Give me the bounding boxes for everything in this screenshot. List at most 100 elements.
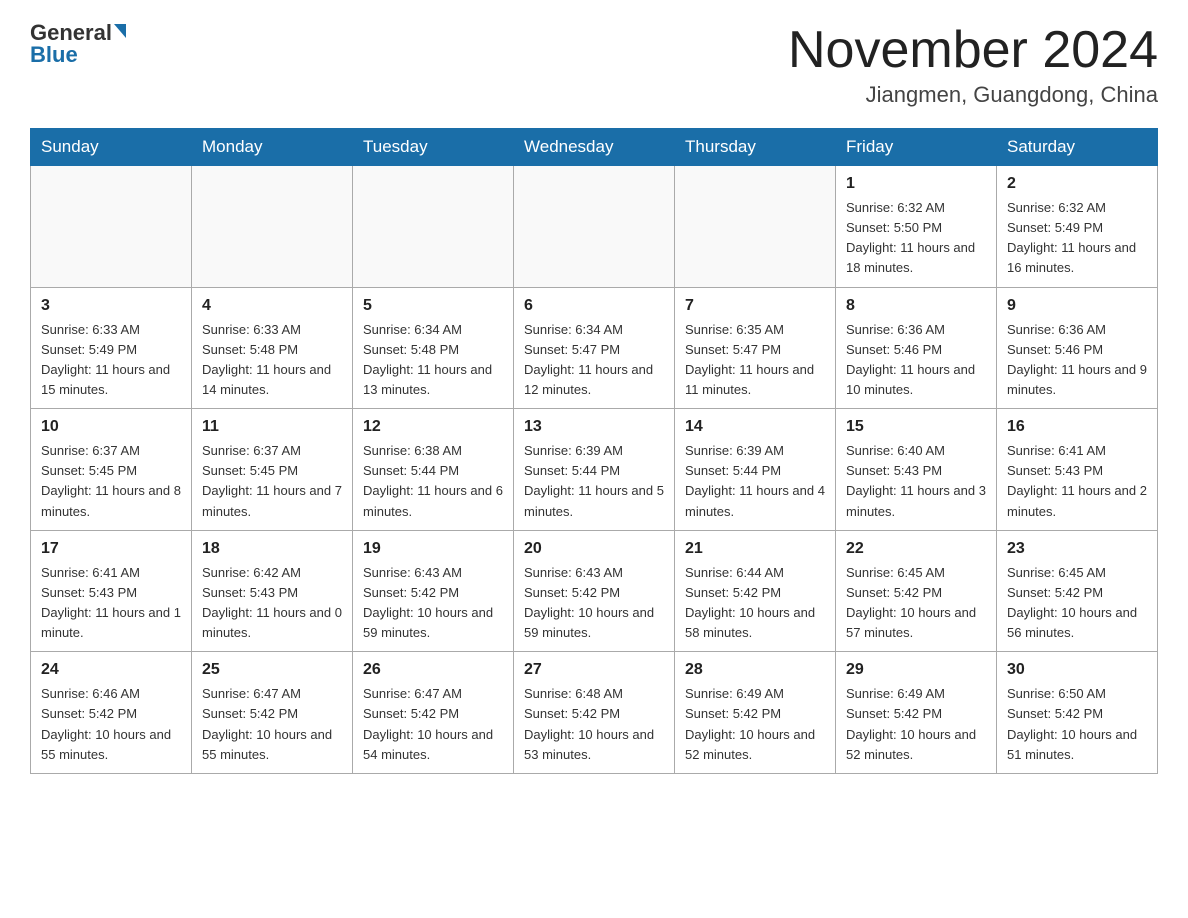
day-info: Sunrise: 6:40 AM Sunset: 5:43 PM Dayligh… xyxy=(846,441,986,522)
calendar-cell: 20Sunrise: 6:43 AM Sunset: 5:42 PM Dayli… xyxy=(514,530,675,652)
calendar-cell: 25Sunrise: 6:47 AM Sunset: 5:42 PM Dayli… xyxy=(192,652,353,774)
day-info: Sunrise: 6:43 AM Sunset: 5:42 PM Dayligh… xyxy=(363,563,503,644)
calendar-cell: 21Sunrise: 6:44 AM Sunset: 5:42 PM Dayli… xyxy=(675,530,836,652)
day-number: 23 xyxy=(1007,537,1147,561)
calendar-cell: 14Sunrise: 6:39 AM Sunset: 5:44 PM Dayli… xyxy=(675,409,836,531)
day-info: Sunrise: 6:34 AM Sunset: 5:47 PM Dayligh… xyxy=(524,320,664,401)
day-number: 8 xyxy=(846,294,986,318)
calendar-cell: 1Sunrise: 6:32 AM Sunset: 5:50 PM Daylig… xyxy=(836,166,997,288)
calendar-cell: 29Sunrise: 6:49 AM Sunset: 5:42 PM Dayli… xyxy=(836,652,997,774)
calendar-cell xyxy=(353,166,514,288)
logo-blue-text: Blue xyxy=(30,42,78,68)
day-number: 21 xyxy=(685,537,825,561)
calendar-cell: 10Sunrise: 6:37 AM Sunset: 5:45 PM Dayli… xyxy=(31,409,192,531)
calendar-cell: 11Sunrise: 6:37 AM Sunset: 5:45 PM Dayli… xyxy=(192,409,353,531)
day-number: 3 xyxy=(41,294,181,318)
day-number: 29 xyxy=(846,658,986,682)
location-title: Jiangmen, Guangdong, China xyxy=(788,82,1158,108)
calendar-table: Sunday Monday Tuesday Wednesday Thursday… xyxy=(30,128,1158,774)
calendar-cell: 8Sunrise: 6:36 AM Sunset: 5:46 PM Daylig… xyxy=(836,287,997,409)
day-info: Sunrise: 6:45 AM Sunset: 5:42 PM Dayligh… xyxy=(1007,563,1147,644)
calendar-cell: 4Sunrise: 6:33 AM Sunset: 5:48 PM Daylig… xyxy=(192,287,353,409)
calendar-cell xyxy=(514,166,675,288)
header-sunday: Sunday xyxy=(31,129,192,166)
day-number: 10 xyxy=(41,415,181,439)
calendar-cell: 3Sunrise: 6:33 AM Sunset: 5:49 PM Daylig… xyxy=(31,287,192,409)
calendar-cell xyxy=(192,166,353,288)
day-number: 25 xyxy=(202,658,342,682)
header: General Blue November 2024 Jiangmen, Gua… xyxy=(30,20,1158,108)
header-tuesday: Tuesday xyxy=(353,129,514,166)
calendar-cell: 7Sunrise: 6:35 AM Sunset: 5:47 PM Daylig… xyxy=(675,287,836,409)
calendar-cell xyxy=(675,166,836,288)
day-info: Sunrise: 6:42 AM Sunset: 5:43 PM Dayligh… xyxy=(202,563,342,644)
day-number: 30 xyxy=(1007,658,1147,682)
calendar-cell: 18Sunrise: 6:42 AM Sunset: 5:43 PM Dayli… xyxy=(192,530,353,652)
calendar-cell: 12Sunrise: 6:38 AM Sunset: 5:44 PM Dayli… xyxy=(353,409,514,531)
day-number: 9 xyxy=(1007,294,1147,318)
header-saturday: Saturday xyxy=(997,129,1158,166)
calendar-cell: 17Sunrise: 6:41 AM Sunset: 5:43 PM Dayli… xyxy=(31,530,192,652)
calendar-cell: 16Sunrise: 6:41 AM Sunset: 5:43 PM Dayli… xyxy=(997,409,1158,531)
day-number: 17 xyxy=(41,537,181,561)
day-info: Sunrise: 6:49 AM Sunset: 5:42 PM Dayligh… xyxy=(846,684,986,765)
calendar-week-row: 24Sunrise: 6:46 AM Sunset: 5:42 PM Dayli… xyxy=(31,652,1158,774)
day-info: Sunrise: 6:46 AM Sunset: 5:42 PM Dayligh… xyxy=(41,684,181,765)
calendar-cell xyxy=(31,166,192,288)
calendar-cell: 13Sunrise: 6:39 AM Sunset: 5:44 PM Dayli… xyxy=(514,409,675,531)
day-info: Sunrise: 6:49 AM Sunset: 5:42 PM Dayligh… xyxy=(685,684,825,765)
calendar-week-row: 1Sunrise: 6:32 AM Sunset: 5:50 PM Daylig… xyxy=(31,166,1158,288)
header-thursday: Thursday xyxy=(675,129,836,166)
day-number: 15 xyxy=(846,415,986,439)
day-info: Sunrise: 6:37 AM Sunset: 5:45 PM Dayligh… xyxy=(202,441,342,522)
day-info: Sunrise: 6:45 AM Sunset: 5:42 PM Dayligh… xyxy=(846,563,986,644)
day-info: Sunrise: 6:38 AM Sunset: 5:44 PM Dayligh… xyxy=(363,441,503,522)
day-number: 27 xyxy=(524,658,664,682)
day-info: Sunrise: 6:36 AM Sunset: 5:46 PM Dayligh… xyxy=(846,320,986,401)
month-title: November 2024 xyxy=(788,20,1158,80)
calendar-cell: 27Sunrise: 6:48 AM Sunset: 5:42 PM Dayli… xyxy=(514,652,675,774)
day-number: 18 xyxy=(202,537,342,561)
day-info: Sunrise: 6:34 AM Sunset: 5:48 PM Dayligh… xyxy=(363,320,503,401)
day-info: Sunrise: 6:41 AM Sunset: 5:43 PM Dayligh… xyxy=(41,563,181,644)
calendar-week-row: 3Sunrise: 6:33 AM Sunset: 5:49 PM Daylig… xyxy=(31,287,1158,409)
calendar-cell: 22Sunrise: 6:45 AM Sunset: 5:42 PM Dayli… xyxy=(836,530,997,652)
logo-blue-label: Blue xyxy=(30,42,78,67)
day-number: 16 xyxy=(1007,415,1147,439)
day-number: 6 xyxy=(524,294,664,318)
calendar-cell: 28Sunrise: 6:49 AM Sunset: 5:42 PM Dayli… xyxy=(675,652,836,774)
day-info: Sunrise: 6:33 AM Sunset: 5:48 PM Dayligh… xyxy=(202,320,342,401)
calendar-cell: 15Sunrise: 6:40 AM Sunset: 5:43 PM Dayli… xyxy=(836,409,997,531)
day-number: 11 xyxy=(202,415,342,439)
day-info: Sunrise: 6:44 AM Sunset: 5:42 PM Dayligh… xyxy=(685,563,825,644)
day-info: Sunrise: 6:37 AM Sunset: 5:45 PM Dayligh… xyxy=(41,441,181,522)
day-number: 2 xyxy=(1007,172,1147,196)
day-number: 24 xyxy=(41,658,181,682)
calendar-header-row: Sunday Monday Tuesday Wednesday Thursday… xyxy=(31,129,1158,166)
day-number: 22 xyxy=(846,537,986,561)
day-number: 19 xyxy=(363,537,503,561)
day-number: 28 xyxy=(685,658,825,682)
calendar-week-row: 10Sunrise: 6:37 AM Sunset: 5:45 PM Dayli… xyxy=(31,409,1158,531)
calendar-cell: 6Sunrise: 6:34 AM Sunset: 5:47 PM Daylig… xyxy=(514,287,675,409)
header-wednesday: Wednesday xyxy=(514,129,675,166)
day-number: 14 xyxy=(685,415,825,439)
calendar-cell: 5Sunrise: 6:34 AM Sunset: 5:48 PM Daylig… xyxy=(353,287,514,409)
day-number: 26 xyxy=(363,658,503,682)
day-info: Sunrise: 6:35 AM Sunset: 5:47 PM Dayligh… xyxy=(685,320,825,401)
logo-area: General Blue xyxy=(30,20,126,68)
calendar-cell: 19Sunrise: 6:43 AM Sunset: 5:42 PM Dayli… xyxy=(353,530,514,652)
day-info: Sunrise: 6:32 AM Sunset: 5:49 PM Dayligh… xyxy=(1007,198,1147,279)
day-number: 20 xyxy=(524,537,664,561)
day-number: 4 xyxy=(202,294,342,318)
day-info: Sunrise: 6:47 AM Sunset: 5:42 PM Dayligh… xyxy=(363,684,503,765)
logo-arrow-icon xyxy=(114,24,126,38)
day-number: 5 xyxy=(363,294,503,318)
day-info: Sunrise: 6:32 AM Sunset: 5:50 PM Dayligh… xyxy=(846,198,986,279)
day-info: Sunrise: 6:33 AM Sunset: 5:49 PM Dayligh… xyxy=(41,320,181,401)
header-monday: Monday xyxy=(192,129,353,166)
day-info: Sunrise: 6:36 AM Sunset: 5:46 PM Dayligh… xyxy=(1007,320,1147,401)
header-friday: Friday xyxy=(836,129,997,166)
day-info: Sunrise: 6:47 AM Sunset: 5:42 PM Dayligh… xyxy=(202,684,342,765)
calendar-cell: 30Sunrise: 6:50 AM Sunset: 5:42 PM Dayli… xyxy=(997,652,1158,774)
